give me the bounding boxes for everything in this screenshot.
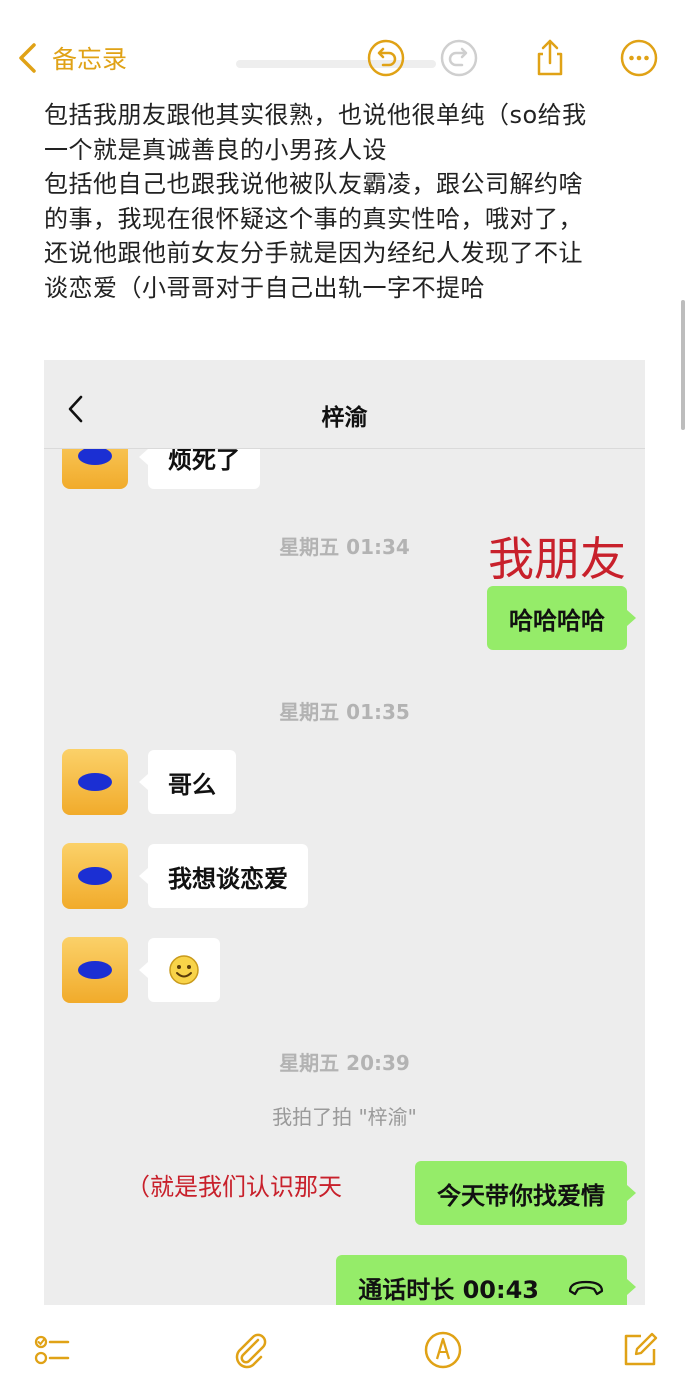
message-timestamp: 星期五 01:35 [279, 700, 410, 724]
phone-hangup-icon [568, 1280, 604, 1296]
embedded-chat-screenshot: 梓渝 烦死了 星期五 01:34 我朋友 哈哈哈哈 星期五 01:35 哥么 我… [44, 360, 645, 1305]
note-line: 谈恋爱（小哥哥对于自己出轨一字不提哈 [44, 273, 485, 302]
avatar-blur [78, 449, 112, 465]
notes-bottom-toolbar [0, 1310, 690, 1397]
note-line: 还说他跟他前女友分手就是因为经纪人发现了不让 [44, 239, 583, 267]
outgoing-message: 哈哈哈哈 [487, 586, 636, 650]
compose-button[interactable] [617, 1328, 661, 1372]
redo-icon [440, 39, 478, 77]
message-timestamp: 星期五 20:39 [279, 1051, 410, 1075]
outgoing-call-message: 通话时长 00:43 [336, 1255, 636, 1305]
note-line: 包括他自己也跟我说他被队友霸凌，跟公司解约啥 [44, 170, 583, 198]
red-annotation-note: （就是我们认识那天 [126, 1173, 342, 1201]
scrollbar-thumb[interactable] [681, 300, 685, 430]
redo-button[interactable] [437, 36, 481, 80]
markup-pen-icon [424, 1331, 462, 1369]
back-label: 备忘录 [52, 45, 128, 74]
share-button[interactable] [528, 36, 572, 80]
call-duration-text: 通话时长 00:43 [358, 1275, 539, 1304]
incoming-message: 烦死了 [139, 449, 260, 489]
more-icon [620, 39, 658, 77]
chat-messages: 烦死了 星期五 01:34 我朋友 哈哈哈哈 星期五 01:35 哥么 我想谈恋… [44, 449, 645, 1305]
markup-button[interactable] [421, 1328, 465, 1372]
system-message: 我拍了拍 "梓渝" [272, 1105, 417, 1129]
avatar-blur [78, 961, 112, 979]
outgoing-message: 今天带你找爱情 [415, 1161, 636, 1225]
undo-icon [367, 39, 405, 77]
attach-button[interactable] [228, 1328, 272, 1372]
compose-icon [624, 1332, 658, 1366]
avatar-blur [78, 773, 112, 791]
chevron-left-icon [19, 43, 36, 73]
avatar [62, 843, 128, 909]
avatar [62, 449, 128, 489]
avatar [62, 749, 128, 815]
avatar-blur [78, 867, 112, 885]
incoming-emoji-message [139, 938, 220, 1002]
share-icon [537, 39, 563, 76]
incoming-message: 我想谈恋爱 [139, 844, 308, 908]
incoming-message: 哥么 [139, 750, 236, 814]
note-line: 一个就是真诚善良的小男孩人设 [44, 135, 387, 164]
smiley-emoji-icon [169, 955, 199, 985]
notes-top-bar: 备忘录 [0, 0, 690, 110]
note-line: 的事，我现在很怀疑这个事的真实性哈，哦对了， [44, 204, 583, 233]
chat-title: 梓渝 [321, 405, 368, 431]
note-body[interactable]: 包括我朋友跟他其实很熟，也说他很单纯（so给我 一个就是真诚善良的小男孩人设 包… [44, 98, 659, 305]
chat-header: 梓渝 [44, 360, 645, 449]
note-line: 包括我朋友跟他其实很熟，也说他很单纯（so给我 [44, 101, 587, 129]
undo-button[interactable] [364, 36, 408, 80]
avatar [62, 937, 128, 1003]
paperclip-icon [235, 1333, 267, 1369]
red-annotation-label: 我朋友 [488, 532, 626, 586]
back-button[interactable]: 备忘录 [14, 36, 127, 80]
checklist-button[interactable] [30, 1328, 74, 1372]
more-button[interactable] [617, 36, 661, 80]
checklist-icon [34, 1335, 70, 1365]
